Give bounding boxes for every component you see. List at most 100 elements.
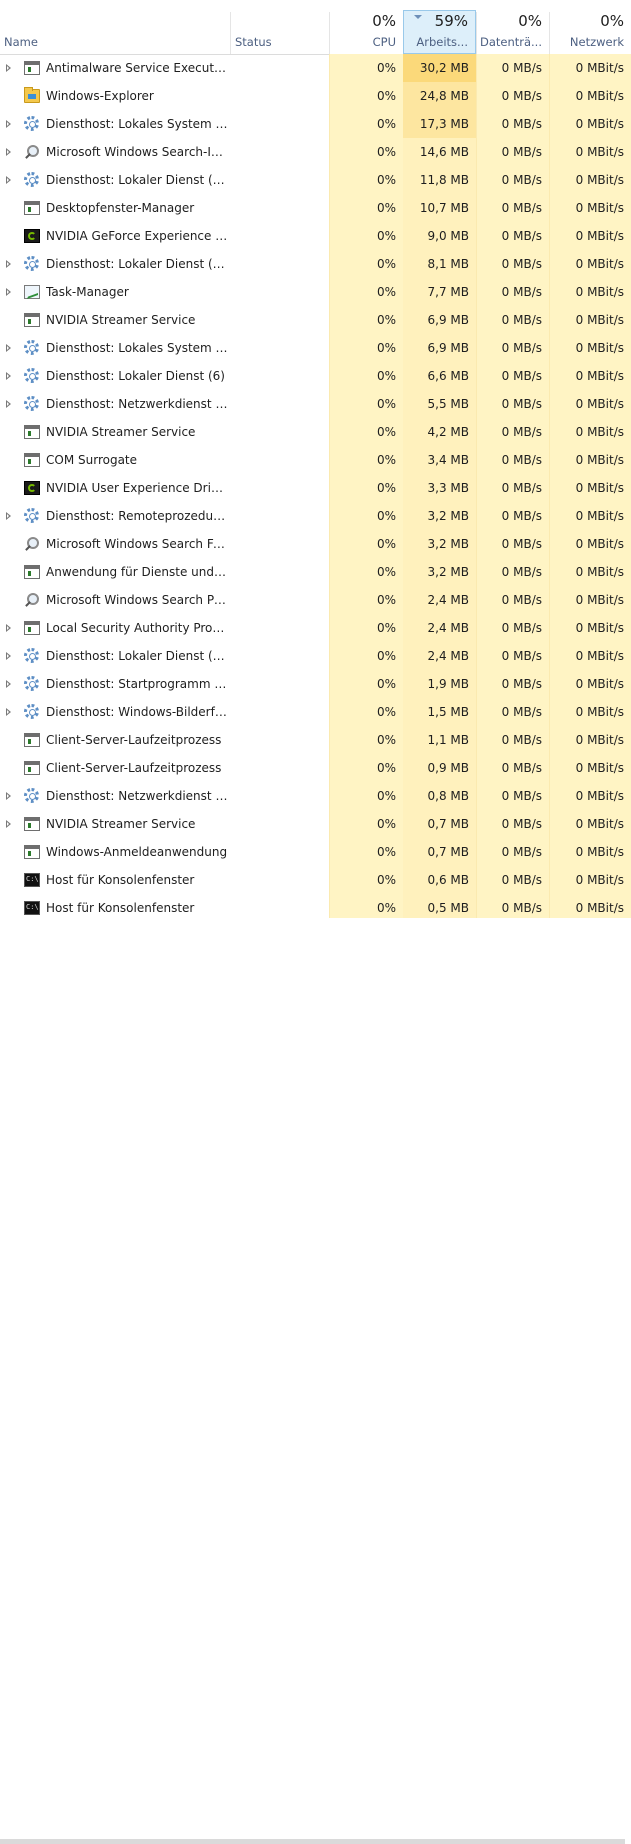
process-row[interactable]: Microsoft Windows Search Filte... 0% 3,2 M… xyxy=(0,530,631,558)
expand-chevron-icon[interactable] xyxy=(6,680,11,688)
network-cell: 0 MBit/s xyxy=(549,838,631,866)
process-name-cell[interactable]: Client-Server-Laufzeitprozess xyxy=(0,726,329,754)
expand-chevron-icon[interactable] xyxy=(6,120,11,128)
process-row[interactable]: Local Security Authority Process 0% 2,4 MB… xyxy=(0,614,631,642)
process-name-cell[interactable]: Diensthost: Lokales System (Net... xyxy=(0,334,329,362)
process-row[interactable]: Diensthost: Lokaler Dienst (kein ... 0%11… xyxy=(0,166,631,194)
process-name-cell[interactable]: NVIDIA Streamer Service xyxy=(0,418,329,446)
process-row[interactable]: Task-Manager 0% 7,7 MB 0 MB/s 0 MBit/s xyxy=(0,278,631,306)
cpu-cell: 0% xyxy=(329,54,403,82)
column-header-name[interactable]: Name xyxy=(0,0,230,54)
expand-chevron-icon[interactable] xyxy=(6,792,11,800)
process-name-cell[interactable]: Windows-Explorer xyxy=(0,82,329,110)
process-name-cell[interactable]: Diensthost: Lokaler Dienst (kein ... xyxy=(0,642,329,670)
process-name-cell[interactable]: NVIDIA GeForce Experience Bac... xyxy=(0,222,329,250)
process-row[interactable]: Diensthost: Lokaler Dienst (kein ... 0%2,… xyxy=(0,642,631,670)
process-name-cell[interactable]: Antimalware Service Executable xyxy=(0,54,329,82)
network-cell: 0 MBit/s xyxy=(549,362,631,390)
column-header-network[interactable]: 0% Netzwerk xyxy=(550,0,631,54)
expand-chevron-icon[interactable] xyxy=(6,176,11,184)
process-name: Host für Konsolenfenster xyxy=(46,873,195,887)
process-row[interactable]: Diensthost: Lokaler Dienst (6) 0% 6,6 MB 0 … xyxy=(0,362,631,390)
process-row[interactable]: COM Surrogate 0% 3,4 MB 0 MB/s 0 MBit/s xyxy=(0,446,631,474)
expand-chevron-icon[interactable] xyxy=(6,372,11,380)
process-name-cell[interactable]: Microsoft Windows Search Filte... xyxy=(0,530,329,558)
process-name-cell[interactable]: Diensthost: Lokaler Dienst (Netz... xyxy=(0,250,329,278)
process-name-cell[interactable]: Microsoft Windows Search Prot... xyxy=(0,586,329,614)
expand-chevron-icon[interactable] xyxy=(6,288,11,296)
column-header-status[interactable]: Status xyxy=(231,0,329,54)
column-header-memory[interactable]: 59% Arbeits... xyxy=(403,10,476,54)
disk-cell: 0 MB/s xyxy=(476,110,549,138)
disk-cell: 0 MB/s xyxy=(476,222,549,250)
process-list[interactable]: Antimalware Service Executable 0% 30,2 MB 0… xyxy=(0,54,631,922)
expand-chevron-icon[interactable] xyxy=(6,652,11,660)
process-row[interactable]: Anwendung für Dienste und Co... 0% 3,2 MB 0… xyxy=(0,558,631,586)
process-row[interactable]: NVIDIA User Experience Driver C... 0%3,3 … xyxy=(0,474,631,502)
process-row[interactable]: Diensthost: Netzwerkdienst (4) 0% 5,5 MB 0 … xyxy=(0,390,631,418)
process-name-cell[interactable]: Diensthost: Lokaler Dienst (kein ... xyxy=(0,166,329,194)
process-row[interactable]: Client-Server-Laufzeitprozess 0% 1,1 MB 0 M… xyxy=(0,726,631,754)
process-row[interactable]: Windows-Anmeldeanwendung 0% 0,7 MB 0 MB/s 0 … xyxy=(0,838,631,866)
process-name-cell[interactable]: Task-Manager xyxy=(0,278,329,306)
expand-chevron-icon[interactable] xyxy=(6,512,11,520)
process-row[interactable]: Diensthost: Lokaler Dienst (Netz... 0%8,1… xyxy=(0,250,631,278)
process-row[interactable]: Client-Server-Laufzeitprozess 0% 0,9 MB 0 M… xyxy=(0,754,631,782)
process-name-cell[interactable]: Desktopfenster-Manager xyxy=(0,194,329,222)
expand-chevron-icon[interactable] xyxy=(6,400,11,408)
process-row[interactable]: NVIDIA Streamer Service 0% 4,2 MB 0 MB/s 0 M… xyxy=(0,418,631,446)
process-row[interactable]: Desktopfenster-Manager 0% 10,7 MB 0 MB/s 0 M… xyxy=(0,194,631,222)
process-name-cell[interactable]: Host für Konsolenfenster xyxy=(0,866,329,894)
process-name-cell[interactable]: NVIDIA User Experience Driver C... xyxy=(0,474,329,502)
process-row[interactable]: Windows-Explorer 0% 24,8 MB 0 MB/s 0 MBit/s xyxy=(0,82,631,110)
process-row[interactable]: Diensthost: Windows-Bilderfass... 0% 1,5 M… xyxy=(0,698,631,726)
memory-cell: 1,1 MB xyxy=(403,726,476,754)
process-name-cell[interactable]: Diensthost: Lokaler Dienst (6) xyxy=(0,362,329,390)
process-name: Diensthost: Lokaler Dienst (kein ... xyxy=(46,649,228,663)
process-row[interactable]: NVIDIA Streamer Service 0% 6,9 MB 0 MB/s 0 M… xyxy=(0,306,631,334)
horizontal-scrollbar[interactable] xyxy=(0,1839,625,1844)
network-cell: 0 MBit/s xyxy=(549,54,631,82)
process-name-cell[interactable]: COM Surrogate xyxy=(0,446,329,474)
expand-chevron-icon[interactable] xyxy=(6,344,11,352)
process-name-cell[interactable]: Diensthost: Startprogramm für ... xyxy=(0,670,329,698)
process-row[interactable]: Diensthost: Netzwerkdienst (Net... 0%0,8 … xyxy=(0,782,631,810)
process-row[interactable]: NVIDIA Streamer Service 0% 0,7 MB 0 MB/s 0 M… xyxy=(0,810,631,838)
process-row[interactable]: Diensthost: Startprogramm für ... 0% 1,9 M… xyxy=(0,670,631,698)
process-name-cell[interactable]: Client-Server-Laufzeitprozess xyxy=(0,754,329,782)
process-name-cell[interactable]: Microsoft Windows Search-Inde... xyxy=(0,138,329,166)
cpu-cell: 0% xyxy=(329,306,403,334)
folder-icon xyxy=(24,87,40,103)
network-cell: 0 MBit/s xyxy=(549,138,631,166)
process-row[interactable]: Diensthost: Remoteprozeduraufr... 0%3,2 M… xyxy=(0,502,631,530)
expand-chevron-icon[interactable] xyxy=(6,64,11,72)
memory-cell: 0,7 MB xyxy=(403,810,476,838)
expand-chevron-icon[interactable] xyxy=(6,624,11,632)
expand-chevron-icon[interactable] xyxy=(6,708,11,716)
process-name-cell[interactable]: Diensthost: Remoteprozeduraufr... xyxy=(0,502,329,530)
expand-chevron-icon[interactable] xyxy=(6,260,11,268)
process-name-cell[interactable]: Diensthost: Netzwerkdienst (Net... xyxy=(0,782,329,810)
process-name-cell[interactable]: NVIDIA Streamer Service xyxy=(0,306,329,334)
window-icon xyxy=(24,201,40,215)
process-row[interactable]: Diensthost: Lokales System (12) 0% 17,3 MB… xyxy=(0,110,631,138)
expand-chevron-icon[interactable] xyxy=(6,148,11,156)
search-icon xyxy=(24,145,40,159)
process-row[interactable]: NVIDIA GeForce Experience Bac... 0%9,0 MB… xyxy=(0,222,631,250)
process-name-cell[interactable]: NVIDIA Streamer Service xyxy=(0,810,329,838)
process-row[interactable]: Diensthost: Lokales System (Net... 0%6,9 … xyxy=(0,334,631,362)
gear-icon xyxy=(24,172,39,187)
process-row[interactable]: Microsoft Windows Search-Inde... 0% 14,6 M… xyxy=(0,138,631,166)
process-row[interactable]: Host für Konsolenfenster 0%0,6 MB0 MB/s0 … xyxy=(0,866,631,894)
process-name-cell[interactable]: Local Security Authority Process xyxy=(0,614,329,642)
process-row[interactable]: Microsoft Windows Search Prot... 0% 2,4 MB… xyxy=(0,586,631,614)
process-name-cell[interactable]: Diensthost: Netzwerkdienst (4) xyxy=(0,390,329,418)
process-name-cell[interactable]: Windows-Anmeldeanwendung xyxy=(0,838,329,866)
process-name-cell[interactable]: Diensthost: Windows-Bilderfass... xyxy=(0,698,329,726)
expand-chevron-icon[interactable] xyxy=(6,820,11,828)
column-header-disk[interactable]: 0% Datenträ... xyxy=(477,0,549,54)
process-name-cell[interactable]: Diensthost: Lokales System (12) xyxy=(0,110,329,138)
process-name-cell[interactable]: Anwendung für Dienste und Co... xyxy=(0,558,329,586)
column-header-cpu[interactable]: 0% CPU xyxy=(330,0,403,54)
process-row[interactable]: Antimalware Service Executable 0% 30,2 MB 0… xyxy=(0,54,631,82)
